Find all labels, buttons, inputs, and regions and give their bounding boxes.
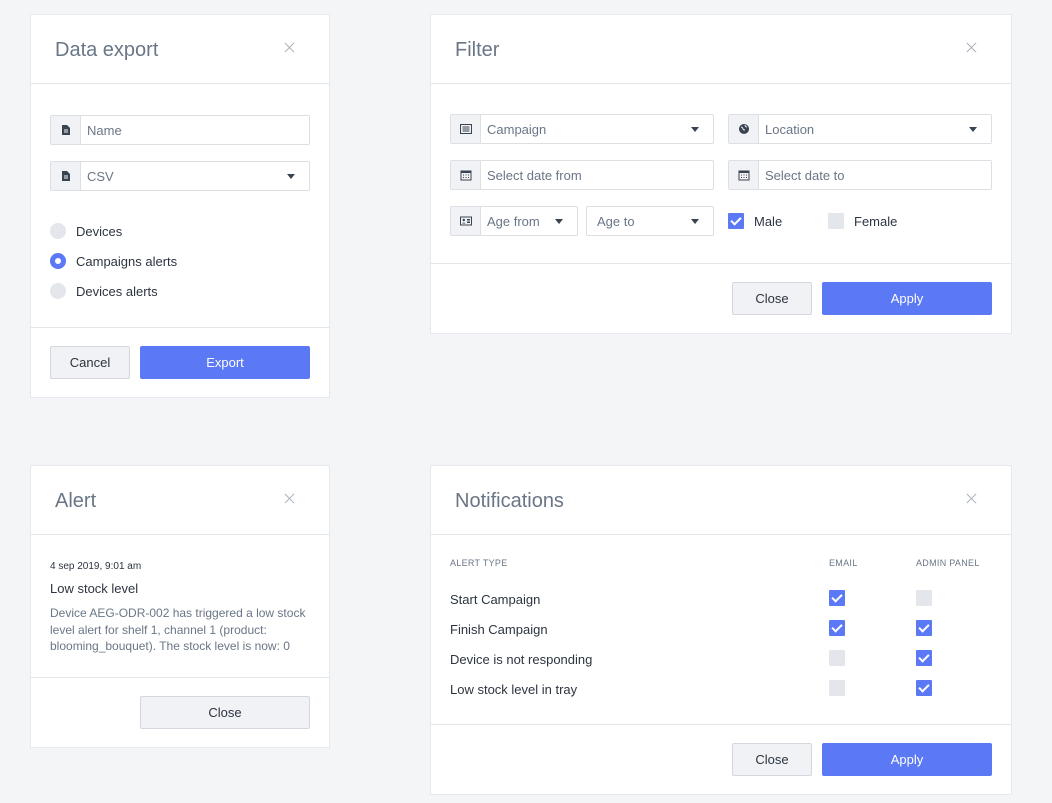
radio-indicator [50,223,66,239]
table-row-label: Device is not responding [450,652,593,667]
format-value: CSV [87,168,114,184]
location-value: Location [765,121,815,137]
admin-checkbox[interactable] [916,680,932,696]
close-icon[interactable] [965,41,979,55]
chevron-down-icon [691,218,699,224]
modal-header: Data export [31,15,329,84]
modal-footer: Close [31,677,329,747]
name-input[interactable]: Name [50,115,310,145]
date-from-input[interactable]: Select date from [450,160,714,190]
modal-header: Filter [431,15,1011,84]
apply-button[interactable]: Apply [822,282,992,315]
chevron-down-icon [691,126,699,132]
cancel-button[interactable]: Cancel [50,346,130,379]
close-button[interactable]: Close [732,743,812,776]
table-row-label: Finish Campaign [450,622,548,637]
column-header-alert-type: ALERT TYPE [450,558,508,568]
admin-checkbox[interactable] [916,650,932,666]
column-header-admin-panel: ADMIN PANEL [916,558,980,568]
apply-button[interactable]: Apply [822,743,992,776]
close-button[interactable]: Close [732,282,812,315]
chevron-down-icon [969,126,977,132]
male-checkbox[interactable] [728,213,744,229]
modal-title: Notifications [455,490,564,512]
modal-title: Alert [55,490,97,512]
radio-label: Devices alerts [76,283,158,299]
age-to-select[interactable]: Age to [586,206,714,236]
age-to-value: Age to [597,213,635,229]
format-select[interactable]: CSV [50,161,310,191]
alert-message: Device AEG-ODR-002 has triggered a low s… [50,606,306,653]
modal-header: Alert [31,466,329,535]
chevron-down-icon [287,173,295,179]
email-checkbox[interactable] [829,680,845,696]
modal-footer: Close Apply [431,263,1011,333]
close-icon[interactable] [283,41,297,55]
female-checkbox[interactable] [828,213,844,229]
calendar-icon [451,161,481,189]
close-icon[interactable] [283,492,297,506]
name-placeholder: Name [87,122,122,138]
age-from-value: Age from [487,213,540,229]
radio-devices[interactable]: Devices [50,223,122,239]
campaign-value: Campaign [487,121,547,137]
export-button[interactable]: Export [140,346,310,379]
alert-modal: Alert 4 sep 2019, 9:01 am Low stock leve… [30,465,330,748]
radio-indicator [50,283,66,299]
modal-footer: Cancel Export [31,327,329,397]
column-header-email: EMAIL [829,558,858,568]
close-button[interactable]: Close [140,696,310,729]
radio-label: Devices [76,223,123,239]
modal-footer: Close Apply [431,724,1011,794]
email-checkbox[interactable] [829,620,845,636]
modal-title: Data export [55,39,159,61]
modal-title: Filter [455,39,500,61]
close-icon[interactable] [965,492,979,506]
file-icon [51,162,81,190]
radio-label: Campaigns alerts [76,253,178,269]
id-card-icon [451,207,481,235]
data-export-modal: Data export Name CSV Devices Campaigns a… [30,14,330,398]
age-from-select[interactable]: Age from [450,206,578,236]
table-row-label: Start Campaign [450,592,541,607]
campaign-select[interactable]: Campaign [450,114,714,144]
email-checkbox[interactable] [829,590,845,606]
date-to-input[interactable]: Select date to [728,160,992,190]
table-row-label: Low stock level in tray [450,682,578,697]
date-from-placeholder: Select date from [487,167,582,183]
file-icon [51,116,81,144]
email-checkbox[interactable] [829,650,845,666]
radio-campaigns-alerts[interactable]: Campaigns alerts [50,253,177,269]
notifications-modal: Notifications ALERT TYPE EMAIL ADMIN PAN… [430,465,1012,795]
location-select[interactable]: Location [728,114,992,144]
calendar-icon [729,161,759,189]
admin-checkbox[interactable] [916,590,932,606]
date-to-placeholder: Select date to [765,167,845,183]
chevron-down-icon [555,218,563,224]
alert-timestamp: 4 sep 2019, 9:01 am [50,561,142,572]
male-label: Male [754,214,783,229]
filter-modal: Filter Campaign Location Select date fro… [430,14,1012,334]
alert-heading: Low stock level [50,581,139,596]
list-icon [451,115,481,143]
radio-devices-alerts[interactable]: Devices alerts [50,283,158,299]
admin-checkbox[interactable] [916,620,932,636]
radio-indicator [50,253,66,269]
modal-header: Notifications [431,466,1011,535]
globe-icon [729,115,759,143]
female-label: Female [854,214,898,229]
